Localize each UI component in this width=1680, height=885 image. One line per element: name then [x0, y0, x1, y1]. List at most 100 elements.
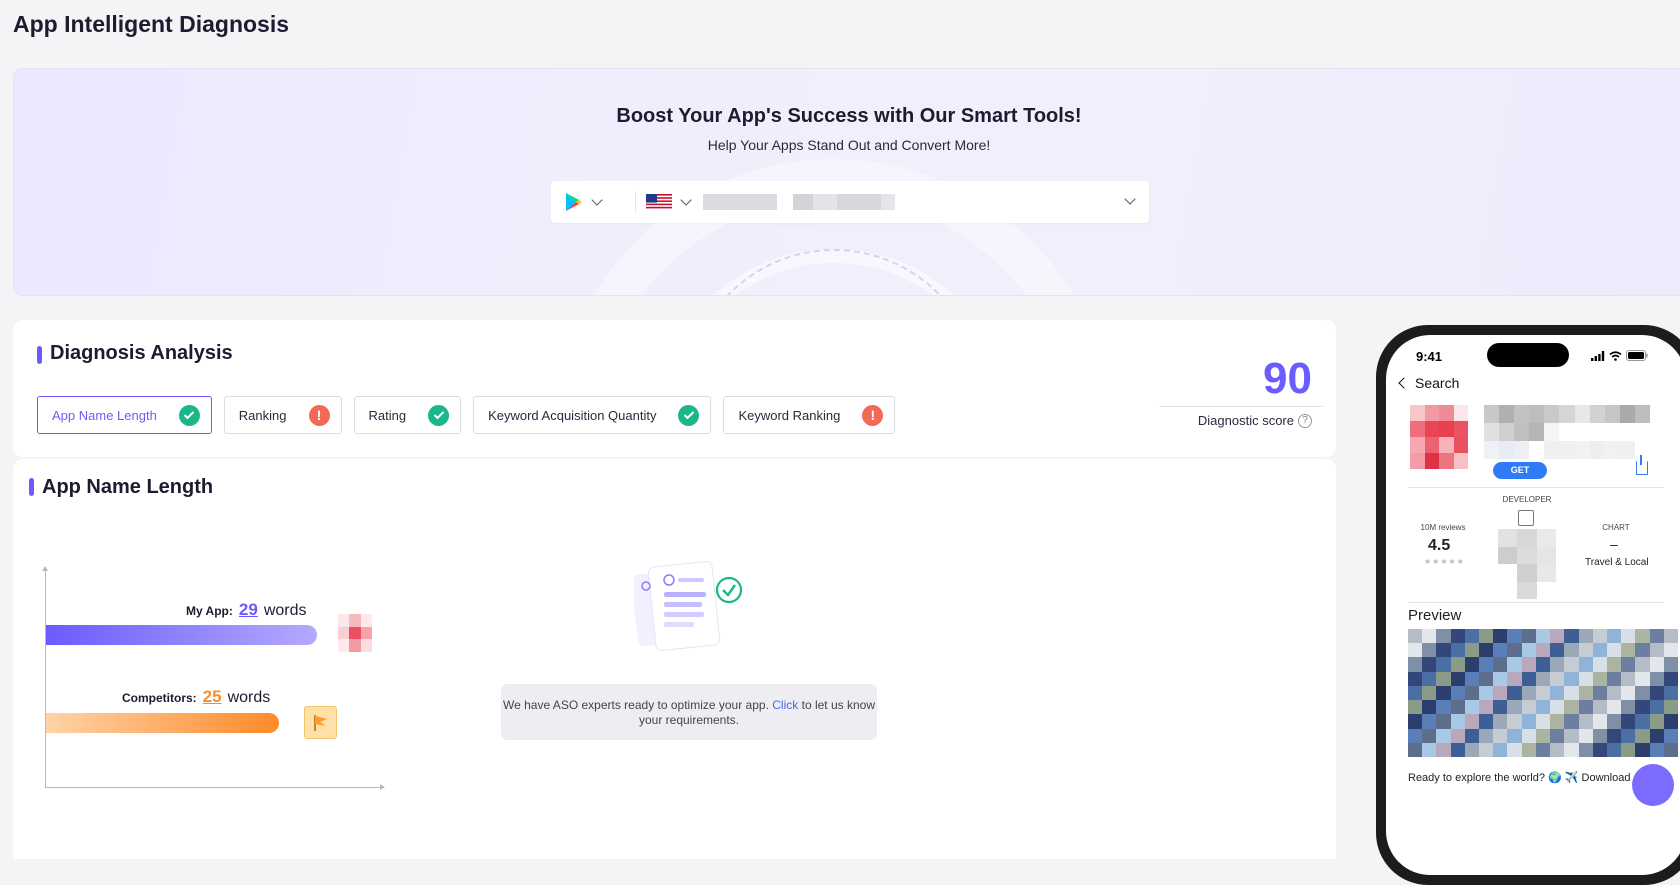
chevron-down-icon[interactable]: [1124, 193, 1136, 205]
preview-pixel: [1422, 643, 1437, 658]
preview-pixel: [1535, 671, 1551, 686]
tab-rating[interactable]: Rating: [353, 396, 462, 434]
preview-pixel: [1436, 671, 1451, 686]
preview-pixel: [1422, 685, 1437, 701]
preview-pixel: [1663, 742, 1678, 757]
hero-title: Boost Your App's Success with Our Smart …: [616, 105, 1082, 127]
preview-pixel: [1621, 742, 1636, 757]
preview-pixel: [1578, 643, 1593, 658]
preview-pixel: [1450, 643, 1465, 658]
preview-pixel: [1464, 629, 1480, 644]
get-button[interactable]: GET: [1493, 462, 1547, 479]
divider: [1408, 602, 1664, 603]
country-selector[interactable]: [635, 191, 695, 213]
tab-app-name-length[interactable]: App Name Length: [37, 396, 212, 434]
preview-pixel: [1550, 657, 1565, 672]
preview-pixel: [1408, 714, 1423, 729]
preview-label: Preview: [1408, 607, 1462, 624]
my-app-label-text: My App:: [186, 604, 233, 618]
preview-pixel: [1507, 671, 1522, 686]
tab-keyword-acquisition-quantity[interactable]: Keyword Acquisition Quantity: [473, 396, 712, 434]
preview-pixel: [1621, 700, 1636, 715]
app-search-bar[interactable]: [551, 181, 1149, 223]
preview-pixel: [1649, 728, 1664, 743]
preview-pixel: [1493, 685, 1508, 701]
preview-pixel: [1564, 657, 1579, 672]
preview-pixel: [1521, 742, 1536, 757]
preview-pixel: [1578, 714, 1593, 729]
app-name-blurred: [1484, 405, 1650, 459]
my-app-word-count: 29: [238, 600, 258, 619]
preview-pixel: [1550, 728, 1565, 743]
preview-pixel: [1464, 728, 1480, 743]
tab-label: Keyword Ranking: [738, 407, 841, 423]
preview-pixel: [1507, 657, 1522, 672]
preview-pixel: [1635, 629, 1650, 644]
tab-ranking[interactable]: Ranking !: [223, 396, 342, 434]
preview-pixel: [1507, 728, 1522, 743]
preview-pixel: [1606, 714, 1622, 729]
preview-pixel: [1564, 728, 1579, 743]
help-icon[interactable]: ?: [1298, 413, 1312, 428]
preview-pixel: [1450, 671, 1465, 686]
preview-pixel: [1649, 685, 1664, 701]
documents-check-illustration: [634, 560, 743, 652]
preview-pixel: [1464, 714, 1480, 729]
diagnosis-title: Diagnosis Analysis: [50, 342, 233, 364]
preview-pixel: [1663, 671, 1678, 686]
preview-pixel: [1621, 685, 1636, 701]
section-marker: [29, 478, 34, 496]
click-link[interactable]: Click: [772, 698, 798, 712]
chat-support-button[interactable]: [1632, 764, 1674, 806]
preview-pixel: [1422, 714, 1437, 729]
preview-pixel: [1663, 643, 1678, 658]
preview-pixel: [1450, 728, 1465, 743]
preview-pixel: [1422, 671, 1437, 686]
preview-pixel: [1592, 643, 1607, 658]
screenshot-preview-blurred[interactable]: [1408, 629, 1678, 757]
word-unit: words: [227, 689, 271, 706]
preview-pixel: [1578, 671, 1593, 686]
competitors-label: Competitors: 25 words: [122, 687, 270, 707]
preview-pixel: [1564, 685, 1579, 701]
preview-pixel: [1535, 629, 1551, 644]
preview-pixel: [1521, 629, 1536, 644]
preview-pixel: [1564, 714, 1579, 729]
preview-pixel: [1578, 629, 1593, 644]
aso-text: We have ASO experts ready to optimize yo…: [503, 698, 769, 712]
preview-pixel: [1606, 700, 1622, 715]
preview-pixel: [1521, 671, 1536, 686]
back-button[interactable]: Search: [1398, 375, 1459, 391]
description-snippet: Ready to explore the world? 🌍 ✈️ Downloa…: [1408, 772, 1631, 784]
tab-keyword-ranking[interactable]: Keyword Ranking !: [723, 396, 896, 434]
preview-pixel: [1493, 742, 1508, 757]
preview-pixel: [1493, 714, 1508, 729]
preview-pixel: [1436, 714, 1451, 729]
preview-pixel: [1408, 742, 1423, 757]
check-icon: [178, 404, 200, 426]
preview-pixel: [1663, 728, 1678, 743]
preview-pixel: [1535, 742, 1551, 757]
preview-pixel: [1464, 742, 1480, 757]
preview-pixel: [1408, 643, 1423, 658]
store-selector[interactable]: [565, 191, 625, 213]
share-icon[interactable]: [1636, 455, 1648, 475]
status-icons: [1591, 350, 1648, 361]
preview-pixel: [1493, 700, 1508, 715]
preview-pixel: [1493, 629, 1508, 644]
chevron-down-icon: [591, 194, 603, 206]
preview-pixel: [1450, 657, 1465, 672]
developer-label: DEVELOPER: [1502, 495, 1552, 504]
preview-pixel: [1649, 742, 1664, 757]
app-store-icon-blurred: [1410, 405, 1468, 469]
preview-pixel: [1578, 700, 1593, 715]
preview-pixel: [1436, 657, 1451, 672]
chart-label: CHART: [1602, 523, 1630, 532]
preview-pixel: [1422, 700, 1437, 715]
preview-pixel: [1479, 685, 1494, 701]
preview-pixel: [1450, 700, 1465, 715]
preview-pixel: [1606, 742, 1622, 757]
preview-pixel: [1408, 671, 1423, 686]
preview-pixel: [1592, 685, 1607, 701]
preview-pixel: [1450, 714, 1465, 729]
